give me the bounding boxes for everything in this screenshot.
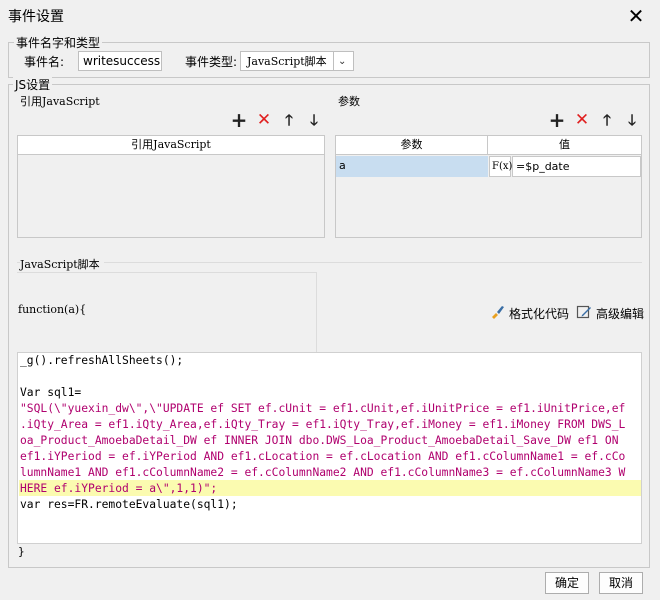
formula-icon[interactable]: F(x)	[489, 156, 512, 177]
param-name-cell[interactable]: a	[336, 156, 488, 177]
close-icon[interactable]: ✕	[623, 3, 649, 29]
code-line: .iQty_Area = ef1.iQty_Area,ef.iQty_Tray …	[20, 418, 626, 431]
ref-js-table[interactable]: 引用JavaScript	[17, 135, 325, 238]
cancel-button[interactable]: 取消	[599, 572, 643, 594]
event-type-select[interactable]: JavaScript脚本 ⌄	[240, 51, 354, 71]
event-type-value: JavaScript脚本	[247, 55, 327, 68]
event-type-label: 事件类型:	[185, 55, 238, 69]
param-value-column-header: 值	[488, 136, 641, 155]
advanced-edit-label: 高级编辑	[596, 307, 645, 321]
code-editor[interactable]: _g().refreshAllSheets(); Var sql1= "SQL(…	[17, 352, 642, 544]
format-code-label: 格式化代码	[509, 307, 570, 321]
event-name-group-legend: 事件名字和类型	[14, 34, 103, 51]
code-line: ef1.iYPeriod = ef.iYPeriod AND ef1.cLoca…	[20, 450, 626, 463]
code-line: var res=FR.remoteEvaluate(sql1);	[20, 498, 238, 511]
code-line: lumnName1 AND ef1.cColumnName2 = ef.cCol…	[20, 466, 626, 479]
param-value-cell[interactable]: =$p_date	[512, 156, 641, 177]
param-name-column-header: 参数	[336, 136, 488, 155]
window-title: 事件设置	[8, 9, 64, 25]
move-down-ref-js-button[interactable]: 🡓	[304, 110, 324, 130]
advanced-edit-button[interactable]: 高级编辑	[576, 304, 644, 323]
add-ref-js-button[interactable]: +	[229, 110, 249, 130]
function-footer: }	[18, 545, 25, 558]
code-line: oa_Product_AmoebaDetail_DW ef INNER JOIN…	[20, 434, 619, 447]
chevron-down-icon[interactable]: ⌄	[332, 52, 351, 70]
event-name-input[interactable]: writesuccess	[78, 51, 162, 71]
edit-icon	[576, 304, 592, 323]
move-up-param-button[interactable]: 🡑	[597, 110, 617, 130]
delete-ref-js-button[interactable]: ✕	[254, 110, 274, 130]
ok-button[interactable]: 确定	[545, 572, 589, 594]
title-bar	[0, 0, 660, 32]
code-line: _g().refreshAllSheets();	[20, 354, 184, 367]
ref-js-column-header: 引用JavaScript	[18, 136, 324, 155]
params-title: 参数	[338, 95, 360, 108]
event-name-label: 事件名:	[24, 55, 65, 69]
params-table[interactable]: 参数 值 a F(x) =$p_date	[335, 135, 642, 238]
add-param-button[interactable]: +	[547, 110, 567, 130]
code-line: HERE ef.iYPeriod = a\",1,1)";	[20, 482, 218, 495]
js-settings-legend: JS设置	[13, 76, 53, 93]
script-divider	[17, 262, 642, 263]
move-down-param-button[interactable]: 🡓	[622, 110, 642, 130]
ref-js-title: 引用JavaScript	[20, 95, 100, 108]
code-line: Var sql1=	[20, 386, 82, 399]
move-up-ref-js-button[interactable]: 🡑	[279, 110, 299, 130]
brush-icon	[489, 304, 505, 323]
format-code-button[interactable]: 格式化代码	[489, 304, 569, 323]
script-title: JavaScript脚本	[20, 256, 104, 272]
code-line: "SQL(\"yuexin_dw\",\"UPDATE ef SET ef.cU…	[20, 402, 626, 415]
function-header: function(a){	[18, 303, 87, 316]
delete-param-button[interactable]: ✕	[572, 110, 592, 130]
